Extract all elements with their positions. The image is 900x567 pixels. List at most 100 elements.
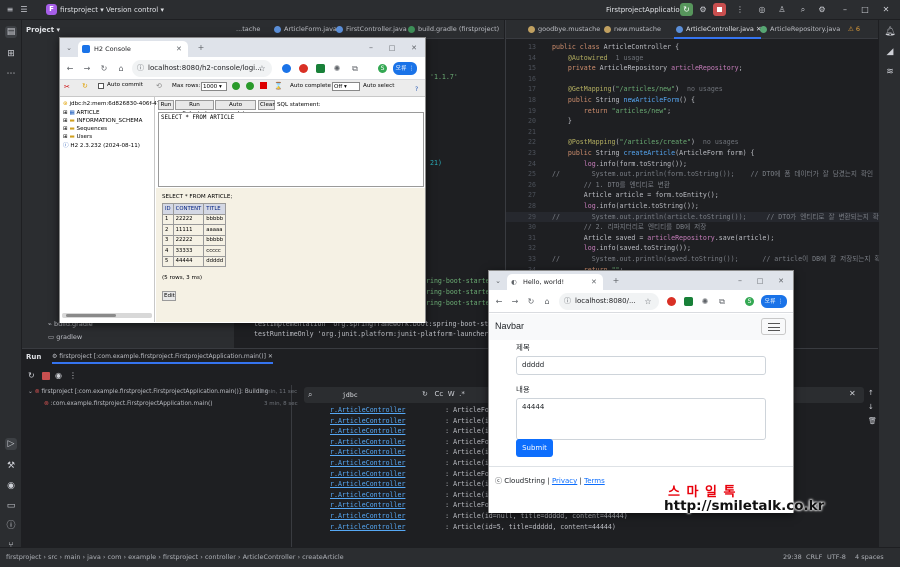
new-tab-icon[interactable]: + [611, 276, 621, 286]
minimize-icon[interactable]: – [839, 4, 851, 16]
auto-complete-button[interactable]: Auto complete [215, 100, 256, 117]
tree-item[interactable]: ▭ gradlew [48, 333, 82, 341]
column-header[interactable]: CONTENT [172, 203, 205, 215]
version-control-menu[interactable]: Version control ▾ [106, 4, 164, 16]
run-tree-root[interactable]: ⌄ ⊗ firstproject [:com.example.firstproj… [28, 389, 268, 395]
tab-articlerepository[interactable]: ArticleRepository.java [758, 20, 840, 39]
terminal-icon[interactable]: ▭ [5, 500, 17, 512]
error-badge[interactable]: 오류 ⋮ [761, 295, 787, 308]
more-icon[interactable]: ⋮ [69, 371, 77, 380]
file-encoding[interactable]: UTF-8 [827, 553, 846, 561]
max-rows-select[interactable]: 1000 ▾ [201, 82, 227, 91]
maximize-icon[interactable]: □ [755, 276, 765, 286]
tree-connection[interactable]: ⊛ jdbc:h2:mem:6d826830-406f-478 [63, 100, 164, 108]
debug-icon[interactable]: ⚙ [697, 4, 709, 16]
reload-icon[interactable]: ↻ [526, 297, 536, 307]
close-icon[interactable]: ✕ [409, 43, 419, 53]
run-selected-icon[interactable] [246, 82, 254, 90]
main-menu-icon[interactable]: ≡ [4, 4, 16, 16]
title-input[interactable]: ddddd [516, 356, 766, 375]
run-config-selector[interactable]: FirstprojectApplication ▾ [606, 4, 690, 16]
tree-table-article[interactable]: ⊞ ▦ ARTICLE [63, 109, 99, 117]
privacy-link[interactable]: Privacy [552, 477, 577, 485]
disconnect-icon[interactable]: ✂ [64, 83, 70, 91]
code-line[interactable]: 28 log.info(article.toString()); [506, 201, 879, 212]
close-icon[interactable]: ✕ [776, 276, 786, 286]
back-icon[interactable]: ← [494, 297, 504, 307]
extensions-puzzle-icon[interactable]: ⧉ [717, 297, 727, 307]
ai-assistant-icon[interactable]: ◎ [756, 4, 768, 16]
extensions-puzzle-icon[interactable]: ⧉ [350, 64, 360, 74]
column-header[interactable]: ID [162, 203, 174, 215]
cursor-position[interactable]: 29:38 [783, 553, 802, 561]
code-line[interactable]: 23 public String createArticle(ArticleFo… [506, 148, 879, 159]
code-line[interactable]: 13 public class ArticleController { [506, 42, 879, 53]
code-line[interactable]: 32 log.info(saved.toString()); [506, 243, 879, 254]
table-row[interactable]: 4 33333 ccccc [162, 245, 227, 257]
table-row[interactable]: 3 22222 bbbbb [162, 234, 227, 246]
minimize-icon[interactable]: – [735, 276, 745, 286]
stop-button[interactable] [713, 3, 726, 16]
extension-icon[interactable] [299, 64, 308, 73]
services-icon[interactable]: ◉ [5, 480, 17, 492]
database-icon[interactable]: ≋ [884, 66, 896, 78]
trash-icon[interactable]: 🗑︎ [868, 417, 877, 425]
project-selector[interactable]: firstproject ▾ [60, 4, 104, 16]
tree-sequences[interactable]: ⊞ ▬ Sequences [63, 125, 107, 133]
run-button[interactable]: Run [158, 100, 174, 110]
submit-button[interactable]: Submit [516, 439, 553, 457]
content-textarea[interactable]: 44444 [516, 398, 766, 440]
table-row[interactable]: 2 11111 aaaaa [162, 224, 227, 236]
extension-icon[interactable] [684, 297, 693, 306]
tree-scrollbar[interactable] [62, 313, 152, 318]
run-selected-button[interactable]: Run Selected [175, 100, 214, 117]
maximize-icon[interactable]: □ [859, 4, 871, 16]
tab-articlecontroller[interactable]: ArticleController.java ✕ [674, 20, 762, 39]
problems-icon[interactable]: ⓘ [5, 520, 17, 532]
app-tab[interactable]: ◐ Hello, world! ✕ [507, 274, 603, 290]
more-actions-icon[interactable]: ⋮ [734, 4, 746, 16]
stop-icon[interactable] [42, 372, 50, 380]
close-search-icon[interactable]: ✕ [849, 389, 856, 398]
table-row[interactable]: 5 44444 ddddd [162, 255, 227, 267]
profile-avatar[interactable]: S [745, 297, 754, 306]
tree-information-schema[interactable]: ⊞ ▬ INFORMATION_SCHEMA [63, 117, 142, 125]
tab-new-mustache[interactable]: new.mustache [602, 20, 661, 39]
forward-icon[interactable]: → [82, 64, 92, 74]
console-search-input[interactable]: jdbc [342, 391, 358, 399]
code-line[interactable]: 30 // 2. 리파지터리로 엔티티를 DB에 저장 [506, 222, 879, 233]
code-line[interactable]: 29 // System.out.println(article.toString… [506, 211, 879, 223]
column-header[interactable]: TITLE [203, 203, 227, 215]
line-separator[interactable]: CRLF [806, 553, 822, 561]
run-tree-child[interactable]: ⊗ :com.example.firstproject.Firstproject… [44, 401, 213, 407]
rollback-icon[interactable]: ⟲ [156, 82, 162, 90]
extension-icon[interactable] [282, 64, 291, 73]
code-line[interactable]: 19 return "articles/new"; [506, 106, 879, 117]
extension-gear-icon[interactable]: ✺ [700, 297, 710, 307]
code-line[interactable]: 20 } [506, 116, 879, 127]
search-icon[interactable]: ⌕ [797, 4, 809, 16]
tab-goodbye-mustache[interactable]: goodbye.mustache [526, 20, 600, 39]
code-line[interactable]: 27 Article article = form.toEntity(); [506, 190, 879, 201]
project-tool-icon[interactable]: ▤ [5, 26, 17, 38]
breadcrumb[interactable]: firstproject › src › main › java › com ›… [6, 553, 344, 561]
profile-avatar[interactable]: S [378, 64, 387, 73]
navbar-toggler[interactable] [761, 318, 786, 335]
code-line[interactable]: 22 @PostMapping("/articles/create") no u… [506, 137, 879, 148]
run-tab[interactable]: Run [26, 353, 41, 361]
close-icon[interactable]: ✕ [880, 4, 892, 16]
code-line[interactable]: 18 public String newArticleForm() { [506, 95, 879, 106]
minimize-icon[interactable]: – [366, 43, 376, 53]
code-line[interactable]: 17 @GetMapping("/articles/new") no usage… [506, 84, 879, 95]
reload-icon[interactable]: ↻ [99, 64, 109, 74]
search-options-icon[interactable]: ↻ Cc W .* [422, 390, 465, 398]
run-config-tab[interactable]: ⚙ firstproject [:com.example.firstprojec… [52, 353, 273, 364]
home-icon[interactable]: ⌂ [542, 297, 552, 307]
structure-tool-icon[interactable]: ⊞ [5, 48, 17, 60]
code-line[interactable]: 33 // System.out.println(saved.toString()… [506, 254, 879, 265]
tab-search-icon[interactable]: ⌄ [64, 43, 74, 53]
h2-address-bar[interactable]: ⓘ localhost:8080/h2-console/logi... [132, 60, 272, 77]
maximize-icon[interactable]: □ [387, 43, 397, 53]
project-panel-title[interactable]: Project ▾ [26, 26, 60, 34]
error-badge[interactable]: 오류 ⋮ [393, 62, 417, 75]
